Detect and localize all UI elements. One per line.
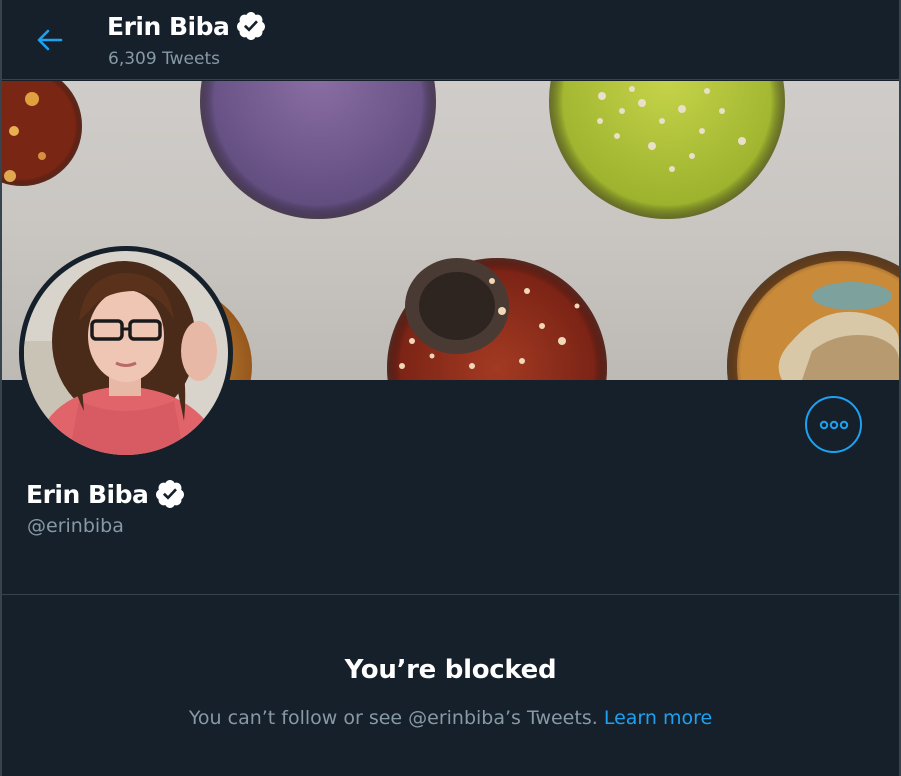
blocked-message: You can’t follow or see @erinbiba’s Twee…: [2, 707, 899, 729]
profile-header: Erin Biba 6,309 Tweets: [2, 0, 899, 80]
back-button[interactable]: [32, 22, 68, 58]
avatar-image: [24, 251, 228, 455]
verified-badge-icon: [237, 12, 266, 40]
arrow-left-icon: [37, 29, 63, 51]
section-divider: [2, 594, 899, 595]
tweet-count: 6,309 Tweets: [108, 49, 220, 69]
profile-name: Erin Biba: [26, 478, 186, 510]
blocked-title: You’re blocked: [344, 655, 557, 685]
header-name-text: Erin Biba: [107, 11, 230, 41]
header-title: Erin Biba: [107, 10, 267, 42]
more-options-button[interactable]: [805, 396, 862, 453]
profile-handle: @erinbiba: [27, 515, 124, 537]
learn-more-link[interactable]: Learn more: [604, 707, 712, 729]
profile-name-text: Erin Biba: [26, 479, 149, 509]
verified-badge-icon: [156, 480, 185, 508]
more-options-icon: [819, 420, 848, 429]
profile-page: Erin Biba 6,309 Tweets Erin Biba @erinbi…: [0, 0, 901, 776]
profile-avatar[interactable]: [19, 246, 233, 460]
blocked-message-text: You can’t follow or see @erinbiba’s Twee…: [188, 707, 598, 729]
